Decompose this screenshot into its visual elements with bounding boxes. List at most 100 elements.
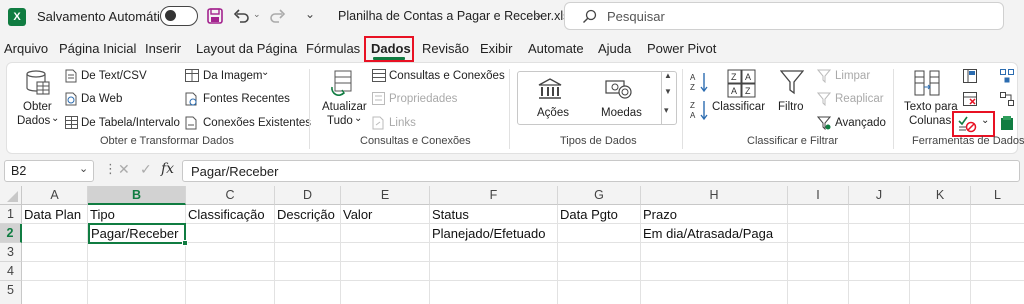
relationships-icon[interactable] bbox=[1000, 92, 1014, 106]
tab-inserir[interactable]: Inserir bbox=[145, 41, 181, 56]
data-model-icon[interactable] bbox=[1000, 115, 1014, 131]
enter-icon[interactable]: ✓ bbox=[140, 161, 152, 178]
cancel-icon[interactable]: ✕ bbox=[118, 161, 130, 178]
column-header-d[interactable]: D bbox=[275, 186, 341, 205]
cell-f2[interactable]: Planejado/Efetuado bbox=[430, 224, 558, 243]
moedas-button[interactable]: Moedas bbox=[601, 107, 642, 119]
sort-za-icon[interactable]: ZA bbox=[689, 99, 709, 121]
data-validation-chevron-icon[interactable]: ⌄ bbox=[981, 115, 989, 126]
name-box[interactable]: B2 ⌄ bbox=[4, 160, 94, 182]
classificar-button[interactable]: Classificar bbox=[712, 101, 765, 113]
formula-bar-grip-icon[interactable]: ⋮ bbox=[104, 161, 117, 177]
data-validation-icon[interactable] bbox=[957, 115, 977, 133]
avancado-button[interactable]: Avançado bbox=[835, 117, 886, 129]
tab-layout-da-pagina[interactable]: Layout da Página bbox=[196, 41, 297, 56]
column-header-j[interactable]: J bbox=[849, 186, 910, 205]
insert-function-icon[interactable]: fx bbox=[161, 161, 174, 177]
acoes-button[interactable]: Ações bbox=[537, 107, 569, 119]
fontes-recentes-button[interactable]: Fontes Recentes bbox=[203, 93, 290, 105]
save-icon[interactable] bbox=[207, 8, 223, 24]
text-to-columns-icon[interactable] bbox=[913, 69, 941, 97]
da-imagem-button[interactable]: Da Imagem bbox=[203, 70, 262, 82]
undo-dropdown-icon[interactable]: ⌄ bbox=[253, 9, 261, 20]
tab-arquivo[interactable]: Arquivo bbox=[4, 41, 48, 56]
cell-a1[interactable]: Data Plan bbox=[22, 205, 88, 224]
tab-automate[interactable]: Automate bbox=[528, 41, 584, 56]
filtro-button[interactable]: Filtro bbox=[778, 101, 804, 113]
consolidate-icon[interactable] bbox=[1000, 69, 1014, 83]
select-all-corner[interactable] bbox=[0, 186, 22, 205]
propriedades-button[interactable]: Propriedades bbox=[389, 93, 457, 105]
stocks-icon[interactable] bbox=[537, 78, 563, 100]
obter-dados-icon[interactable] bbox=[25, 69, 51, 97]
da-imagem-chevron-icon[interactable]: ⌄ bbox=[261, 67, 269, 78]
tab-exibir[interactable]: Exibir bbox=[480, 41, 513, 56]
column-header-a[interactable]: A bbox=[22, 186, 88, 205]
atualizar-chevron-icon[interactable]: ⌄ bbox=[354, 113, 362, 124]
tab-formulas[interactable]: Fórmulas bbox=[306, 41, 360, 56]
texto-colunas-label-2[interactable]: Colunas bbox=[909, 115, 951, 127]
tab-power-pivot[interactable]: Power Pivot bbox=[647, 41, 716, 56]
row-header-2[interactable]: 2 bbox=[0, 224, 22, 243]
worksheet-grid[interactable]: A B C D E F G H I J K L 1 2 3 4 5 Data P… bbox=[0, 186, 1024, 304]
cell-e1[interactable]: Valor bbox=[341, 205, 430, 224]
row-header-3[interactable]: 3 bbox=[0, 243, 22, 262]
cell-g1[interactable]: Data Pgto bbox=[558, 205, 641, 224]
atualizar-label-2[interactable]: Tudo bbox=[327, 115, 353, 127]
tab-dados[interactable]: Dados bbox=[371, 41, 411, 56]
remove-duplicates-icon[interactable] bbox=[963, 92, 977, 106]
obter-dados-label-2[interactable]: Dados bbox=[17, 115, 50, 127]
atualizar-tudo-icon[interactable] bbox=[329, 69, 355, 97]
de-tabela-intervalo-button[interactable]: De Tabela/Intervalo bbox=[81, 117, 180, 129]
column-header-h[interactable]: H bbox=[641, 186, 788, 205]
gallery-down-icon[interactable]: ▼ bbox=[664, 87, 672, 96]
row-header-5[interactable]: 5 bbox=[0, 281, 22, 304]
cell-f1[interactable]: Status bbox=[430, 205, 558, 224]
currencies-icon[interactable] bbox=[605, 77, 633, 101]
column-header-k[interactable]: K bbox=[910, 186, 971, 205]
cell-c1[interactable]: Classificação bbox=[186, 205, 275, 224]
gallery-up-icon[interactable]: ▲ bbox=[664, 71, 672, 80]
search-box[interactable]: Pesquisar bbox=[564, 2, 1004, 30]
texto-colunas-label-1[interactable]: Texto para bbox=[904, 101, 958, 113]
quick-access-more-icon[interactable]: ⌄ bbox=[305, 7, 315, 21]
filter-funnel-icon[interactable] bbox=[779, 69, 805, 97]
gallery-more-icon[interactable]: ▾ bbox=[664, 105, 669, 116]
filename-chevron-icon[interactable]: ⌄ bbox=[534, 8, 543, 21]
name-box-chevron-icon[interactable]: ⌄ bbox=[79, 162, 88, 175]
sort-az-icon[interactable]: AZ bbox=[689, 71, 709, 93]
tab-ajuda[interactable]: Ajuda bbox=[598, 41, 631, 56]
limpar-button[interactable]: Limpar bbox=[835, 70, 870, 82]
cell-h2[interactable]: Em dia/Atrasada/Paga bbox=[641, 224, 788, 243]
cell-d1[interactable]: Descrição bbox=[275, 205, 341, 224]
atualizar-label-1[interactable]: Atualizar bbox=[322, 101, 367, 113]
de-text-csv-button[interactable]: De Text/CSV bbox=[81, 70, 147, 82]
da-web-button[interactable]: Da Web bbox=[81, 93, 122, 105]
flash-fill-icon[interactable] bbox=[963, 69, 977, 83]
column-header-i[interactable]: I bbox=[788, 186, 849, 205]
column-header-l[interactable]: L bbox=[971, 186, 1024, 205]
links-button[interactable]: Links bbox=[389, 117, 416, 129]
consultas-conexoes-button[interactable]: Consultas e Conexões bbox=[389, 70, 505, 82]
row-header-1[interactable]: 1 bbox=[0, 205, 22, 224]
tab-revisao[interactable]: Revisão bbox=[422, 41, 469, 56]
cell-b2-selected[interactable]: Pagar/Receber bbox=[88, 223, 186, 244]
redo-icon[interactable] bbox=[268, 7, 286, 25]
formula-input[interactable]: Pagar/Receber bbox=[182, 160, 1020, 182]
reaplicar-button[interactable]: Reaplicar bbox=[835, 93, 884, 105]
cell-b1[interactable]: Tipo bbox=[88, 205, 186, 224]
tab-pagina-inicial[interactable]: Página Inicial bbox=[59, 41, 136, 56]
cell-h1[interactable]: Prazo bbox=[641, 205, 788, 224]
column-header-c[interactable]: C bbox=[186, 186, 275, 205]
undo-icon[interactable] bbox=[233, 7, 251, 25]
sort-dialog-icon[interactable]: ZAAZ bbox=[727, 69, 757, 99]
column-header-g[interactable]: G bbox=[558, 186, 641, 205]
fill-handle[interactable] bbox=[182, 240, 188, 246]
obter-dados-chevron-icon[interactable]: ⌄ bbox=[51, 113, 59, 124]
column-header-b[interactable]: B bbox=[88, 186, 186, 205]
row-header-4[interactable]: 4 bbox=[0, 262, 22, 281]
obter-dados-label-1[interactable]: Obter bbox=[23, 101, 52, 113]
conexoes-existentes-button[interactable]: Conexões Existentes bbox=[203, 117, 311, 129]
column-header-f[interactable]: F bbox=[430, 186, 558, 205]
autosave-toggle[interactable] bbox=[160, 6, 198, 26]
